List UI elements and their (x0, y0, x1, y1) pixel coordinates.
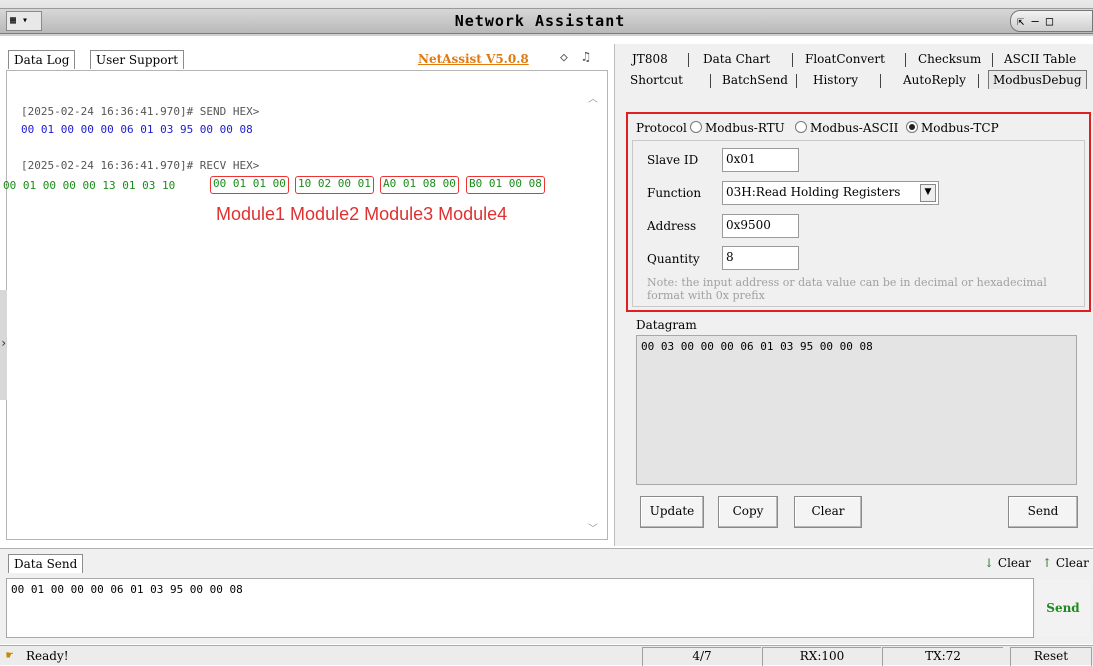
update-button[interactable]: Update (640, 496, 704, 528)
bell-icon[interactable]: ♫ (582, 50, 590, 65)
log-line: [2025-02-24 16:36:41.970]# SEND HEX> (21, 105, 260, 118)
tab-data-log[interactable]: Data Log (8, 50, 76, 69)
address-label: Address (647, 219, 697, 233)
radio-modbus-rtu[interactable]: Modbus-RTU (690, 121, 785, 135)
tab-checksum[interactable]: Checksum (918, 52, 981, 66)
tab-auto-reply[interactable]: AutoReply (903, 73, 966, 87)
reset-button[interactable]: Reset (1010, 647, 1092, 666)
quantity-label: Quantity (647, 252, 700, 266)
format-note: Note: the input address or data value ca… (647, 276, 1047, 302)
function-select[interactable]: 03H:Read Holding Registers ▼ (722, 181, 939, 205)
tab-user-support[interactable]: User Support (90, 50, 185, 69)
scroll-down-icon[interactable]: ﹀ (588, 520, 602, 535)
radio-modbus-ascii[interactable]: Modbus-ASCII (795, 121, 898, 135)
window-title: Network Assistant (454, 12, 626, 30)
tab-separator (880, 74, 881, 88)
tab-modbus-debug[interactable]: ModbusDebug (988, 70, 1087, 89)
function-label: Function (647, 186, 702, 200)
address-input[interactable]: 0x9500 (722, 214, 799, 238)
send-datagram-button[interactable]: Send (1008, 496, 1078, 528)
module3-hex: A0 01 08 00 (380, 176, 459, 194)
clear-button[interactable]: Clear (794, 496, 862, 528)
tab-data-send[interactable]: Data Send (8, 554, 84, 573)
clear-send-button[interactable]: ↑ Clear (1042, 556, 1089, 570)
protocol-label: Protocol (636, 121, 687, 135)
slave-id-label: Slave ID (647, 153, 699, 167)
version-link[interactable]: NetAssist V5.0.8 (418, 52, 529, 66)
window-controls[interactable]: ⇱ ‒ □ (1010, 10, 1093, 32)
module1-hex: 00 01 01 00 (210, 176, 289, 194)
status-rx: RX:100 (762, 647, 881, 666)
tab-separator (796, 74, 797, 88)
network-icon[interactable]: ▦ ▾ (6, 11, 42, 31)
chevron-down-icon[interactable]: ▼ (920, 184, 936, 202)
log-line: 00 01 00 00 00 13 01 03 10 (3, 179, 176, 192)
datagram-label: Datagram (636, 318, 697, 332)
status-count: 4/7 (642, 647, 761, 666)
tab-shortcut[interactable]: Shortcut (630, 73, 683, 87)
tab-separator (710, 74, 711, 88)
tab-float-convert[interactable]: FloatConvert (805, 52, 885, 66)
arrow-down-icon: ↓ (984, 556, 995, 570)
tab-separator (992, 53, 993, 67)
module2-hex: 10 02 00 01 (295, 176, 374, 194)
chevron-right-icon[interactable]: › (0, 336, 7, 350)
slave-id-input[interactable]: 0x01 (722, 148, 799, 172)
tab-jt808[interactable]: JT808 (632, 52, 668, 66)
datagram-output[interactable]: 00 03 00 00 00 06 01 03 95 00 00 08 (636, 335, 1077, 485)
status-ready: Ready! (26, 649, 69, 663)
data-log-panel[interactable]: [2025-02-24 16:36:41.970]# SEND HEX> 00 … (3, 70, 608, 540)
tab-ascii-table[interactable]: ASCII Table (1004, 52, 1076, 66)
send-button[interactable]: Send (1036, 580, 1090, 636)
module-labels: Module1 Module2 Module3 Module4 (216, 204, 508, 224)
tab-separator (978, 74, 979, 88)
log-line: [2025-02-24 16:36:41.970]# RECV HEX> (21, 159, 260, 172)
tab-history[interactable]: History (813, 73, 858, 87)
clear-received-button[interactable]: ↓ Clear (984, 556, 1031, 570)
tab-data-chart[interactable]: Data Chart (703, 52, 770, 66)
module4-hex: B0 01 00 08 (466, 176, 545, 194)
tab-separator (792, 53, 793, 67)
copy-button[interactable]: Copy (718, 496, 778, 528)
send-input[interactable]: 00 01 00 00 00 06 01 03 95 00 00 08 (6, 578, 1034, 638)
quantity-input[interactable]: 8 (722, 246, 799, 270)
arrow-up-icon: ↑ (1042, 556, 1053, 570)
tab-batch-send[interactable]: BatchSend (722, 73, 788, 87)
pointer-icon: ☛ (6, 648, 14, 662)
radio-modbus-tcp[interactable]: Modbus-TCP (906, 121, 999, 135)
tab-separator (688, 53, 689, 67)
diamond-icon[interactable]: ◇ (560, 50, 568, 65)
scroll-up-icon[interactable]: ︿ (588, 90, 602, 105)
log-line: 00 01 00 00 00 06 01 03 95 00 00 08 (21, 123, 253, 136)
tab-separator (905, 53, 906, 67)
status-tx: TX:72 (882, 647, 1003, 666)
